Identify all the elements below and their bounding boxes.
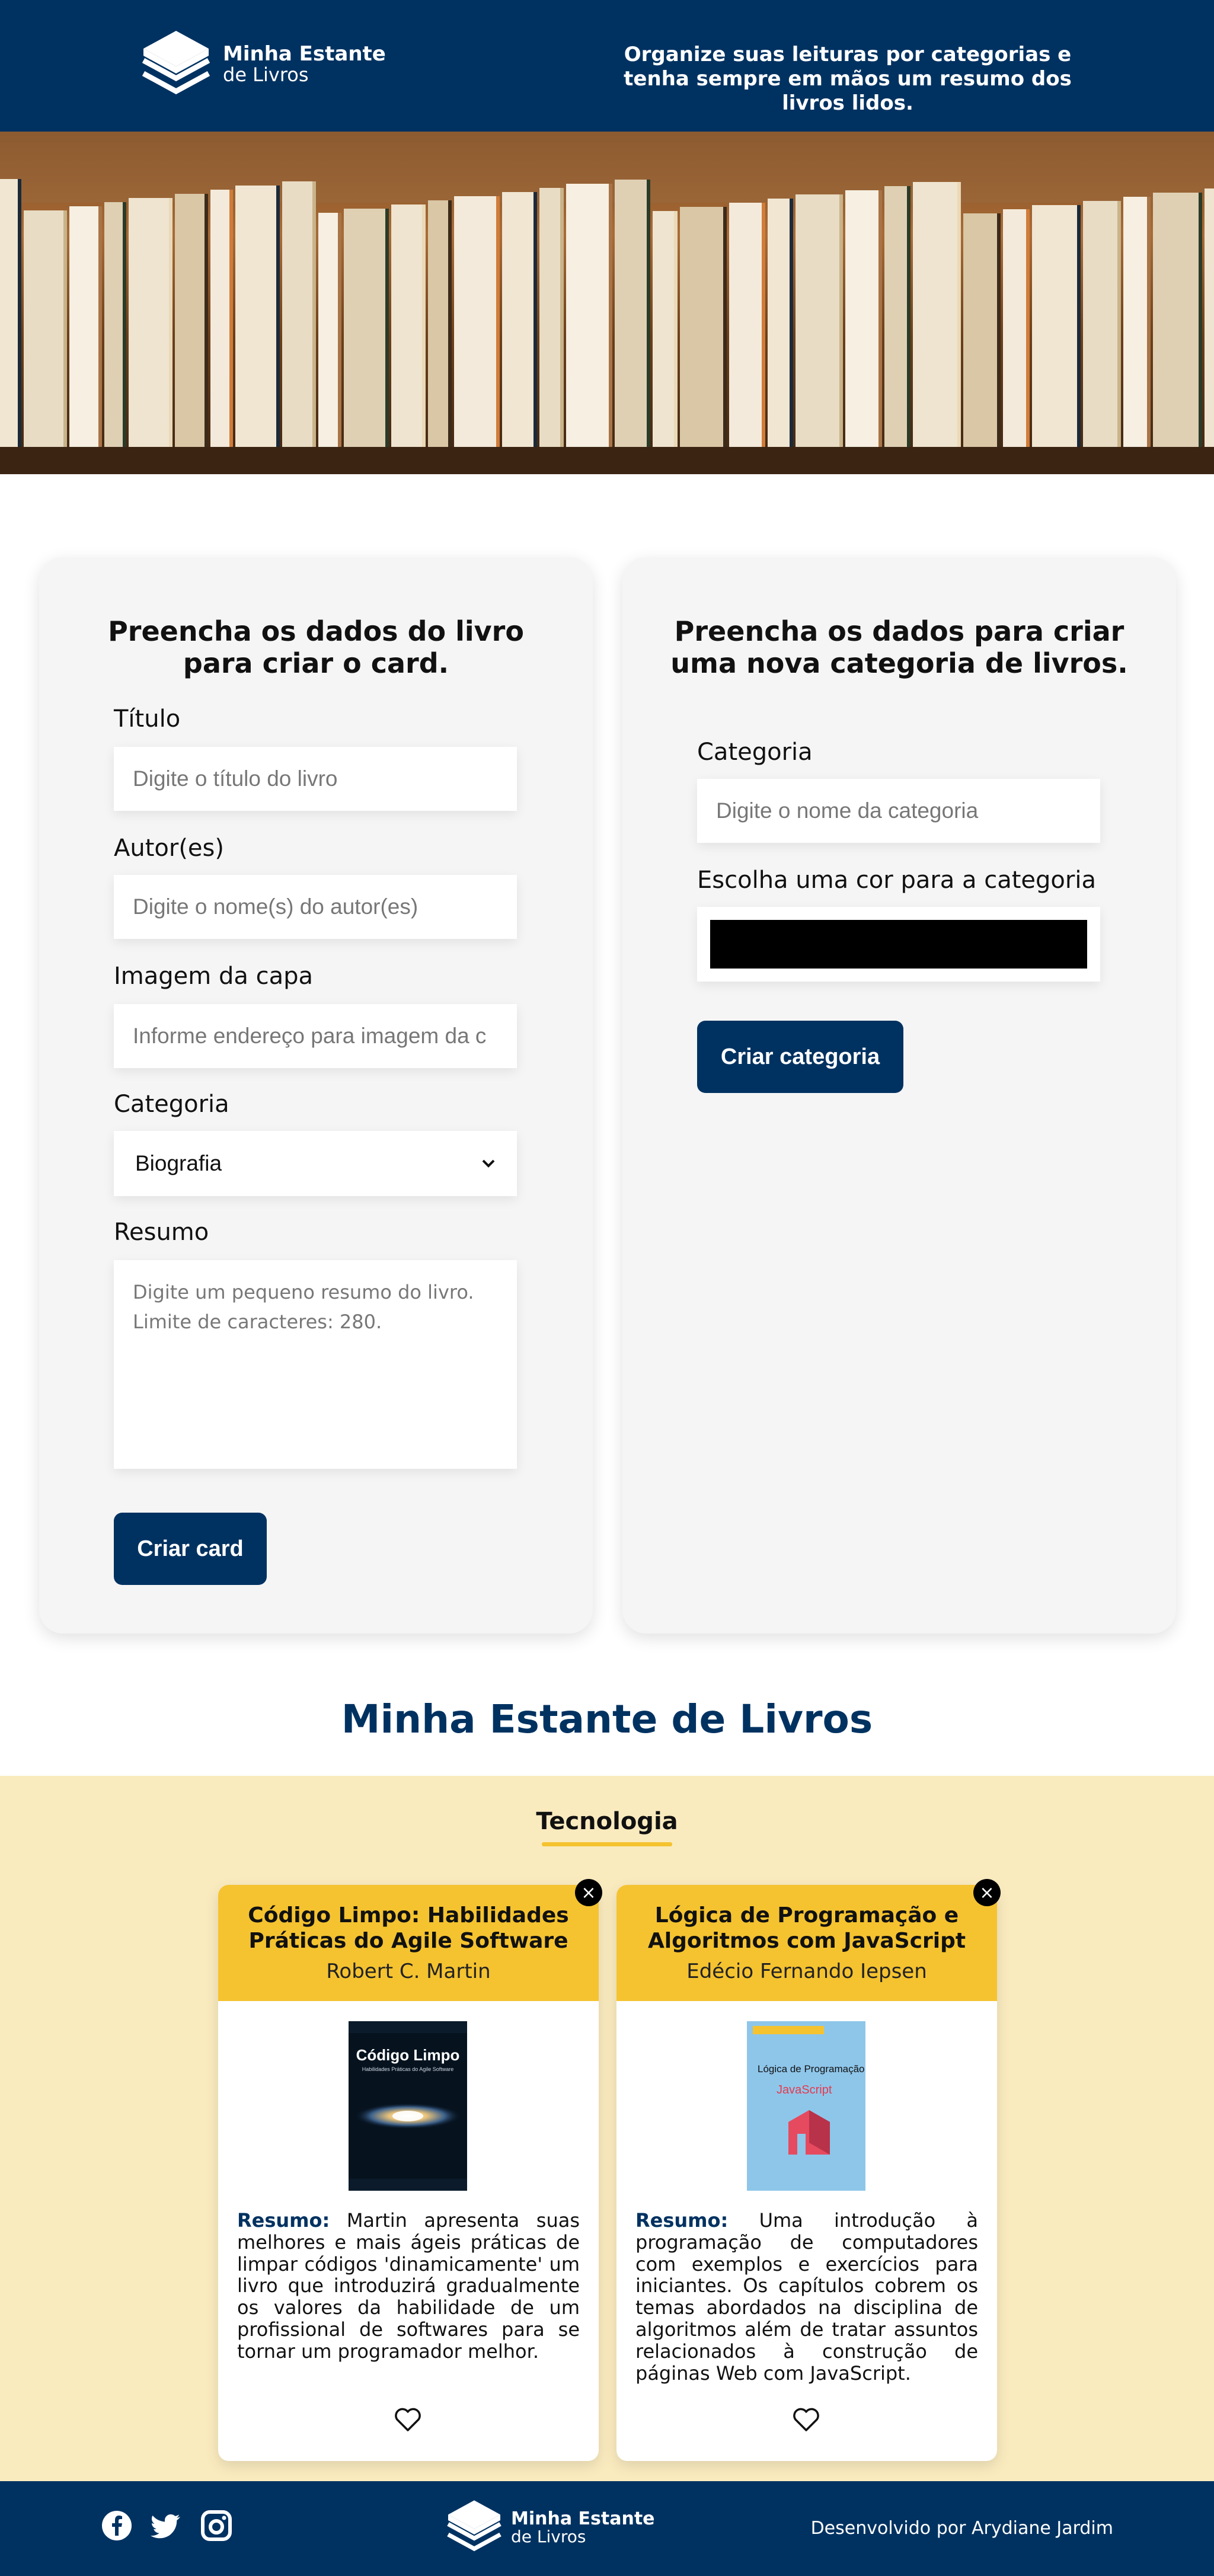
book-title: Lógica de Programação e Algoritmos com J… [647,1903,966,1954]
header-tagline: Organize suas leituras por categorias e … [624,43,1072,115]
categoria-selected-value: Biografia [135,1151,222,1175]
cor-categoria-label: Escolha uma cor para a categoria [697,867,1096,894]
titulo-label: Título [114,705,181,733]
category-form-card: Preencha os dados para criar uma nova ca… [622,557,1176,1634]
summary-text: Martin apresenta suas melhores e mais ág… [237,2209,580,2363]
footer-logo[interactable]: Minha Estante de Livros [443,2497,655,2558]
book-summary: Resumo: Uma introdução à programação de … [635,2210,978,2384]
cover-title: Código Limpo [356,2046,460,2064]
summary-text: Uma introdução à programação de computad… [635,2209,979,2385]
book-card: × Lógica de Programação e Algoritmos com… [616,1879,1001,2461]
category-form-title: Preencha os dados para criar uma nova ca… [670,615,1128,680]
chevron-down-icon [482,1159,495,1168]
imagem-capa-label: Imagem da capa [114,963,313,990]
nova-categoria-input[interactable] [697,779,1100,843]
site-header: Minha Estante de Livros Organize suas le… [0,0,1214,132]
footer-logo-subtitle: de Livros [511,2527,586,2547]
book-title: Código Limpo: Habilidades Práticas do Ag… [248,1903,569,1954]
book-cover-image: Lógica de Programação e Algoritmos com J… [747,2021,865,2191]
color-picker[interactable] [697,907,1100,982]
color-swatch [710,920,1087,969]
bookshelf-illustration [0,132,1214,474]
book-cover-image: Código Limpo Habilidades Práticas do Agi… [349,2021,467,2191]
cover-title: Lógica de Programação e Algoritmos com [758,2063,865,2075]
autor-label: Autor(es) [114,835,224,862]
heart-icon[interactable] [392,2404,423,2435]
book-card-header: Lógica de Programação e Algoritmos com J… [616,1885,997,2001]
close-icon[interactable]: × [575,1879,602,1906]
developer-credit: Desenvolvido por Arydiane Jardim [810,2518,1113,2539]
category-underline [542,1842,672,1846]
autor-input[interactable] [114,875,517,939]
stacked-books-icon [447,2500,501,2552]
footer-logo-title: Minha Estante [511,2508,655,2529]
logo-title: Minha Estante [223,42,386,66]
categoria-select[interactable]: Biografia [114,1131,517,1196]
book-author: Edécio Fernando Iepsen [686,1960,927,1984]
book-summary: Resumo: Martin apresenta suas melhores e… [237,2210,580,2363]
nova-categoria-label: Categoria [697,739,813,766]
stacked-books-icon [142,31,210,95]
summary-label: Resumo: [635,2209,729,2232]
category-section [0,1776,1214,2481]
resumo-label: Resumo [114,1219,209,1246]
cover-subtitle: Habilidades Práticas do Agile Software [362,2066,454,2072]
book-form-title: Preencha os dados do livro para criar o … [108,615,524,680]
summary-label: Resumo: [237,2209,330,2232]
site-footer: Minha Estante de Livros Desenvolvido por… [0,2481,1214,2576]
heart-icon[interactable] [791,2404,822,2435]
cover-highlight: JavaScript [777,2083,832,2096]
resumo-textarea[interactable] [114,1260,517,1469]
instagram-icon[interactable] [200,2510,232,2542]
logo-subtitle: de Livros [223,63,309,87]
categoria-label: Categoria [114,1091,229,1118]
hero-bookshelf-image [0,132,1214,474]
close-icon[interactable]: × [973,1879,1001,1906]
social-links [101,2510,232,2542]
imagem-capa-input[interactable] [114,1004,517,1068]
book-author: Robert C. Martin [326,1960,491,1984]
twitter-icon[interactable] [151,2510,183,2542]
book-card-header: Código Limpo: Habilidades Práticas do Ag… [218,1885,599,2001]
book-card: × Código Limpo: Habilidades Práticas do … [218,1879,602,2461]
criar-card-button[interactable]: Criar card [114,1513,267,1585]
category-name: Tecnologia [536,1808,678,1835]
facebook-icon[interactable] [101,2510,133,2542]
shelf-title: Minha Estante de Livros [341,1696,873,1742]
titulo-input[interactable] [114,747,517,811]
site-logo[interactable]: Minha Estante de Livros [138,26,386,103]
book-form-card: Preencha os dados do livro para criar o … [39,557,593,1634]
criar-categoria-button[interactable]: Criar categoria [697,1021,903,1093]
